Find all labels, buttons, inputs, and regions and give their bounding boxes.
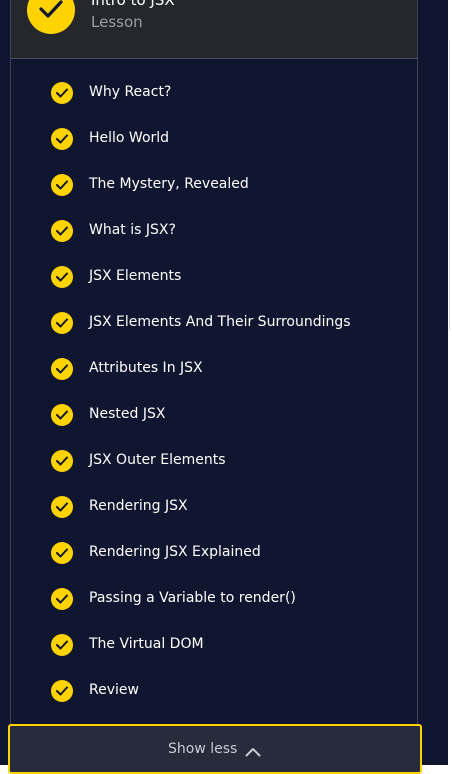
show-less-button[interactable]: Show less bbox=[8, 724, 422, 774]
list-item[interactable]: Hello World bbox=[11, 116, 417, 162]
check-icon bbox=[51, 174, 73, 196]
check-icon bbox=[51, 82, 73, 104]
check-icon bbox=[51, 404, 73, 426]
list-item-label: Rendering JSX Explained bbox=[89, 544, 261, 560]
check-icon bbox=[51, 450, 73, 472]
list-item[interactable]: The Mystery, Revealed bbox=[11, 162, 417, 208]
list-item[interactable]: JSX Elements And Their Surroundings bbox=[11, 300, 417, 346]
check-icon bbox=[51, 496, 73, 518]
list-item[interactable]: JSX Outer Elements bbox=[11, 438, 417, 484]
divider bbox=[449, 40, 450, 330]
list-item[interactable]: Rendering JSX Explained bbox=[11, 530, 417, 576]
list-item[interactable]: Why React? bbox=[11, 70, 417, 116]
exercise-list: Why React? Hello World The Mystery, Reve… bbox=[11, 70, 417, 714]
lesson-panel: Intro to JSX Lesson Why React? Hello Wor… bbox=[10, 0, 418, 765]
list-item[interactable]: What is JSX? bbox=[11, 208, 417, 254]
list-item-label: Passing a Variable to render() bbox=[89, 590, 296, 606]
chevron-up-icon bbox=[245, 742, 261, 761]
lesson-title: Intro to JSX bbox=[91, 0, 175, 9]
list-item-label: JSX Outer Elements bbox=[89, 452, 226, 468]
lesson-header[interactable]: Intro to JSX Lesson bbox=[11, 0, 417, 59]
list-item-label: The Virtual DOM bbox=[89, 636, 204, 652]
check-icon bbox=[51, 266, 73, 288]
check-icon bbox=[51, 588, 73, 610]
list-item[interactable]: JSX Elements bbox=[11, 254, 417, 300]
check-icon bbox=[51, 220, 73, 242]
list-item-label: JSX Elements And Their Surroundings bbox=[89, 314, 351, 330]
list-item-label: Nested JSX bbox=[89, 406, 166, 422]
list-item[interactable]: The Virtual DOM bbox=[11, 622, 417, 668]
list-item-label: What is JSX? bbox=[89, 222, 176, 238]
list-item-label: JSX Elements bbox=[89, 268, 182, 284]
list-item-label: Why React? bbox=[89, 84, 172, 100]
list-item-label: Rendering JSX bbox=[89, 498, 188, 514]
list-item[interactable]: Review bbox=[11, 668, 417, 714]
list-item[interactable]: Passing a Variable to render() bbox=[11, 576, 417, 622]
show-less-label: Show less bbox=[168, 741, 238, 757]
list-item-label: Review bbox=[89, 682, 139, 698]
lesson-type: Lesson bbox=[91, 13, 143, 31]
check-icon bbox=[51, 128, 73, 150]
check-icon bbox=[51, 634, 73, 656]
completed-check-icon bbox=[27, 0, 75, 34]
check-icon bbox=[51, 542, 73, 564]
check-icon bbox=[51, 312, 73, 334]
list-item-label: Attributes In JSX bbox=[89, 360, 203, 376]
check-icon bbox=[51, 680, 73, 702]
list-item[interactable]: Attributes In JSX bbox=[11, 346, 417, 392]
list-item[interactable]: Rendering JSX bbox=[11, 484, 417, 530]
content-edge bbox=[448, 0, 452, 765]
list-item-label: The Mystery, Revealed bbox=[89, 176, 249, 192]
list-item[interactable]: Nested JSX bbox=[11, 392, 417, 438]
list-item-label: Hello World bbox=[89, 130, 170, 146]
check-icon bbox=[51, 358, 73, 380]
